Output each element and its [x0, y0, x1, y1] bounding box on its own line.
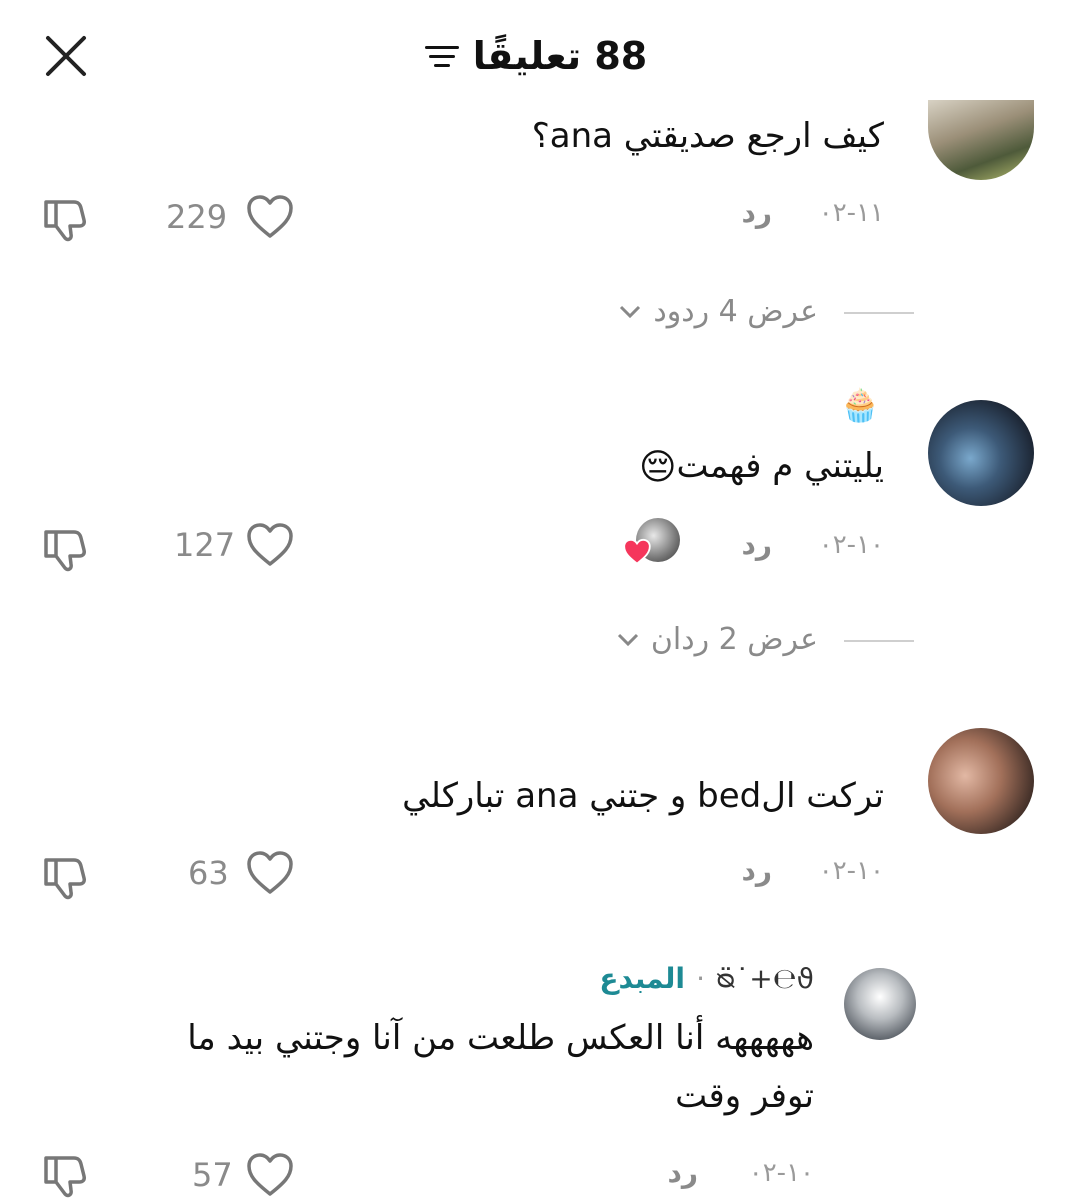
- divider: [844, 640, 914, 642]
- reply-button[interactable]: رد: [742, 196, 773, 229]
- comment-date: ١١-٠٢: [818, 198, 884, 228]
- thumbs-down-icon: [44, 200, 86, 242]
- comment-date: ١٠-٠٢: [818, 530, 884, 560]
- like-count: 57: [192, 1156, 233, 1194]
- reply-button[interactable]: رد: [742, 528, 773, 561]
- creator-liked-badge: [622, 516, 680, 566]
- view-replies-label: عرض 4 ردود: [653, 294, 818, 329]
- comment-text: يليتني م فهمت😔: [638, 446, 884, 488]
- chevron-down-icon: [620, 305, 641, 318]
- avatar[interactable]: [928, 100, 1034, 180]
- thumbs-down-icon: [44, 530, 86, 572]
- thumbs-down-icon: [44, 858, 86, 900]
- sort-filter-icon[interactable]: [424, 42, 459, 70]
- like-button[interactable]: [246, 1152, 294, 1198]
- comment-date: ١٠-٠٢: [818, 856, 884, 886]
- divider: [844, 312, 914, 314]
- like-count: 127: [174, 526, 236, 564]
- dislike-button[interactable]: [40, 852, 92, 902]
- like-count: 63: [188, 854, 229, 892]
- heart-icon: [247, 523, 293, 566]
- comment-username[interactable]: ᴓ̈˙+℮ϑ: [716, 962, 814, 995]
- dislike-button[interactable]: [40, 1150, 92, 1200]
- like-button[interactable]: [246, 850, 294, 896]
- heart-icon: [623, 538, 651, 565]
- avatar[interactable]: [928, 400, 1034, 506]
- comment-date: ١٠-٠٢: [748, 1158, 814, 1188]
- comments-count-title: 88 تعليقًا: [472, 34, 648, 78]
- comment-text: كيف ارجع صديقتي ana؟: [531, 116, 884, 156]
- comments-header: 88 تعليقًا: [0, 28, 1072, 84]
- chevron-down-icon: [617, 633, 638, 646]
- comment-author-row: ᴓ̈˙+℮ϑ · المبدع: [599, 962, 814, 995]
- reply-button[interactable]: رد: [742, 854, 773, 887]
- view-replies-label: عرض 2 ردان: [650, 622, 818, 657]
- creator-label: المبدع: [599, 962, 686, 995]
- view-replies-button[interactable]: عرض 4 ردود: [619, 294, 818, 329]
- comment-text-line-1: هههههه أنا العكس طلعت من آنا وجتني بيد م…: [187, 1018, 814, 1058]
- like-button[interactable]: [246, 522, 294, 568]
- comment-text: تركت الbed و جتني ana تباركلي: [402, 776, 884, 816]
- dislike-button[interactable]: [40, 524, 92, 574]
- pensive-face-emoji: 😔: [638, 447, 677, 488]
- heart-icon: [247, 1153, 293, 1196]
- avatar[interactable]: [844, 968, 916, 1040]
- view-replies-button[interactable]: عرض 2 ردان: [617, 622, 818, 657]
- like-button[interactable]: [246, 194, 294, 240]
- reply-button[interactable]: رد: [668, 1156, 699, 1189]
- cupcake-emoji-badge: 🧁: [840, 386, 880, 424]
- like-count: 229: [166, 198, 228, 236]
- heart-icon: [247, 195, 293, 238]
- thumbs-down-icon: [44, 1156, 86, 1198]
- heart-icon: [247, 851, 293, 894]
- separator-dot: ·: [696, 962, 706, 995]
- comment-text-line-2: توفر وقت: [675, 1076, 814, 1116]
- avatar[interactable]: [928, 728, 1034, 834]
- dislike-button[interactable]: [40, 194, 92, 244]
